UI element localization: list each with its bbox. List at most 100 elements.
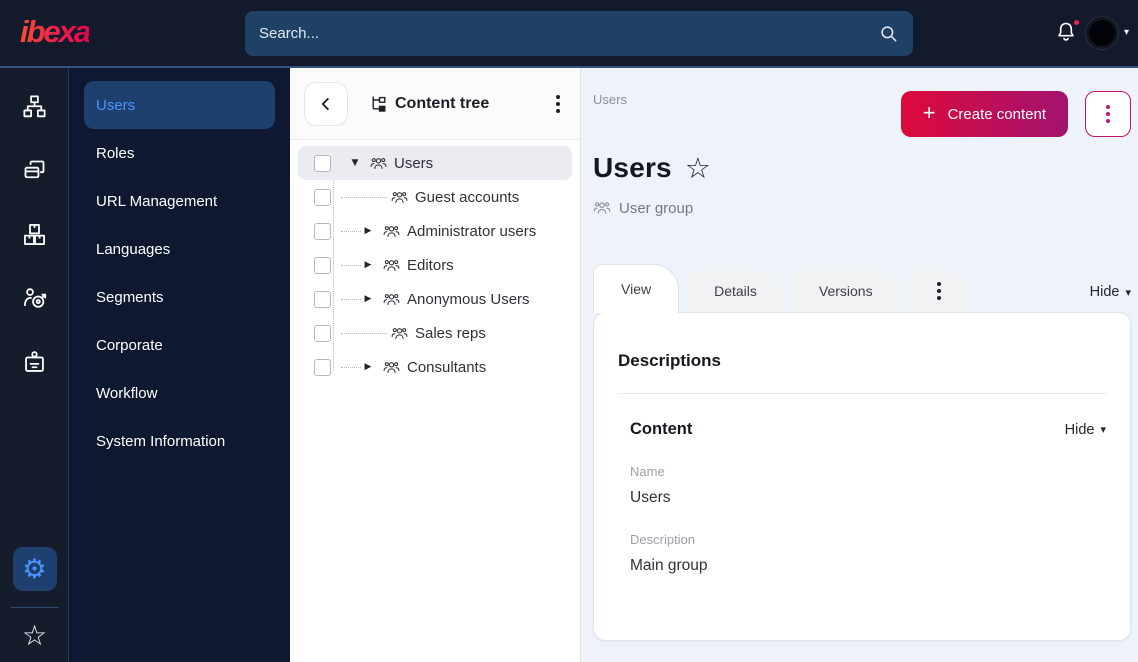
settings-button[interactable]: ⚙ <box>12 547 57 591</box>
tree-item-anonymous-users[interactable]: ▶ Anonymous Users <box>298 282 572 316</box>
kebab-icon <box>931 276 947 306</box>
user-avatar[interactable] <box>1086 17 1118 49</box>
pages-icon[interactable] <box>0 138 69 202</box>
caret-right-icon[interactable]: ▶ <box>361 294 375 304</box>
tab-label: Details <box>714 283 757 299</box>
descriptions-heading: Descriptions <box>618 351 721 370</box>
content-type-label: User group <box>619 199 694 217</box>
sidebar-item-roles[interactable]: Roles <box>84 129 275 177</box>
tree-item-consultants[interactable]: ▶ Consultants <box>298 350 572 384</box>
view-tab-panel: Descriptions Content Hide ▾ Name Users D… <box>593 312 1131 641</box>
tree-checkbox[interactable] <box>314 256 331 274</box>
corporate-badge-icon[interactable] <box>0 330 69 394</box>
tree-checkbox[interactable] <box>314 188 331 206</box>
sidebar-item-label: Users <box>96 96 136 114</box>
sidebar-item-users[interactable]: Users <box>84 81 275 129</box>
user-group-icon <box>391 189 408 206</box>
tree-checkbox[interactable] <box>314 154 331 172</box>
content-section-heading: Content <box>630 420 693 438</box>
hide-tabs-toggle[interactable]: Hide ▾ <box>1090 284 1131 312</box>
products-boxes-icon[interactable] <box>0 202 69 266</box>
ibexa-admin-app: ibexa ▾ <box>0 0 1138 662</box>
field-description: Description Main group <box>630 532 1106 575</box>
content-type-row: User group <box>593 199 693 217</box>
sitemap-icon[interactable] <box>0 74 69 138</box>
field-value: Users <box>630 489 671 506</box>
content-tree-title-text: Content tree <box>395 94 490 112</box>
notifications-button[interactable] <box>1054 18 1081 46</box>
breadcrumb[interactable]: Users <box>593 92 627 107</box>
field-value: Main group <box>630 557 708 574</box>
content-tree-list: ▼ Users Guest accounts ▶ Administrator u… <box>290 140 580 384</box>
bookmark-star-icon[interactable]: ☆ <box>685 153 711 183</box>
notification-badge <box>1072 18 1081 27</box>
audience-target-icon[interactable] <box>0 266 69 330</box>
tree-item-label: Consultants <box>407 358 487 376</box>
tab-more-menu[interactable] <box>907 270 970 312</box>
tree-item-editors[interactable]: ▶ Editors <box>298 248 572 282</box>
content-tree-header: Content tree <box>290 68 580 140</box>
sidebar-item-label: System Information <box>96 432 226 450</box>
sidebar-item-workflow[interactable]: Workflow <box>84 369 275 417</box>
hide-label: Hide <box>1064 421 1095 438</box>
tree-connector <box>341 264 361 266</box>
caret-right-icon[interactable]: ▶ <box>361 260 375 270</box>
caret-right-icon[interactable]: ▶ <box>361 226 375 236</box>
caret-right-icon[interactable]: ▶ <box>361 362 375 372</box>
sidebar-item-url-management[interactable]: URL Management <box>84 177 275 225</box>
ibexa-logo[interactable]: ibexa <box>20 14 91 50</box>
tree-item-users[interactable]: ▼ Users <box>298 146 572 180</box>
tab-bar: View Details Versions Hide ▾ <box>593 264 1131 313</box>
tree-checkbox[interactable] <box>314 358 331 376</box>
user-group-icon <box>383 257 400 274</box>
caret-down-icon[interactable]: ▼ <box>348 158 362 168</box>
tree-item-label: Guest accounts <box>415 188 520 206</box>
tree-item-label: Administrator users <box>407 222 537 240</box>
page-title-row: Users ☆ <box>593 152 711 184</box>
search-input[interactable] <box>259 25 879 42</box>
content-tree-panel: Content tree ▼ Users Guest accounts ▶ Ad… <box>290 68 581 662</box>
kebab-icon <box>1100 99 1116 129</box>
sidebar-item-system-information[interactable]: System Information <box>84 417 275 465</box>
content-section: Content Hide ▾ Name Users Description Ma… <box>630 420 1106 575</box>
tree-checkbox[interactable] <box>314 222 331 240</box>
sidebar-item-corporate[interactable]: Corporate <box>84 321 275 369</box>
admin-sidebar: Users Roles URL Management Languages Seg… <box>69 68 290 662</box>
create-content-button[interactable]: + Create content <box>900 91 1068 137</box>
tree-connector <box>341 298 361 300</box>
tab-view[interactable]: View <box>593 264 680 313</box>
tree-checkbox[interactable] <box>314 324 331 342</box>
main-content: Users + Create content Users ☆ User grou… <box>581 68 1138 662</box>
field-label: Name <box>630 464 665 479</box>
sidebar-item-label: Segments <box>96 288 164 306</box>
sidebar-item-label: Languages <box>96 240 171 258</box>
tree-item-guest-accounts[interactable]: Guest accounts <box>298 180 572 214</box>
tab-versions[interactable]: Versions <box>791 270 900 312</box>
profile-caret-icon[interactable]: ▾ <box>1124 27 1129 38</box>
create-content-label: Create content <box>947 105 1046 123</box>
more-actions-button[interactable] <box>1085 91 1131 137</box>
tree-connector <box>341 332 387 334</box>
sidebar-item-languages[interactable]: Languages <box>84 225 275 273</box>
caret-down-icon: ▾ <box>1100 423 1106 436</box>
tree-connector <box>341 230 361 232</box>
tree-checkbox[interactable] <box>314 290 331 308</box>
collapse-tree-button[interactable] <box>304 81 348 126</box>
plus-icon: + <box>922 100 936 125</box>
tree-item-administrator-users[interactable]: ▶ Administrator users <box>298 214 572 248</box>
field-label: Description <box>630 532 696 547</box>
sidebar-item-label: Corporate <box>96 336 163 354</box>
user-group-icon <box>383 291 400 308</box>
tree-item-sales-reps[interactable]: Sales reps <box>298 316 572 350</box>
tree-item-label: Anonymous Users <box>407 290 530 308</box>
bookmarks-button[interactable]: ☆ <box>0 614 69 658</box>
search-icon[interactable] <box>879 24 899 44</box>
tree-kebab-menu[interactable] <box>550 89 566 119</box>
sidebar-item-label: URL Management <box>96 192 218 210</box>
sidebar-item-segments[interactable]: Segments <box>84 273 275 321</box>
tab-details[interactable]: Details <box>687 270 784 312</box>
hide-section-toggle[interactable]: Hide ▾ <box>1065 422 1106 438</box>
sidebar-item-label: Workflow <box>96 384 158 402</box>
star-icon: ☆ <box>21 619 48 652</box>
tree-connector <box>341 196 387 198</box>
